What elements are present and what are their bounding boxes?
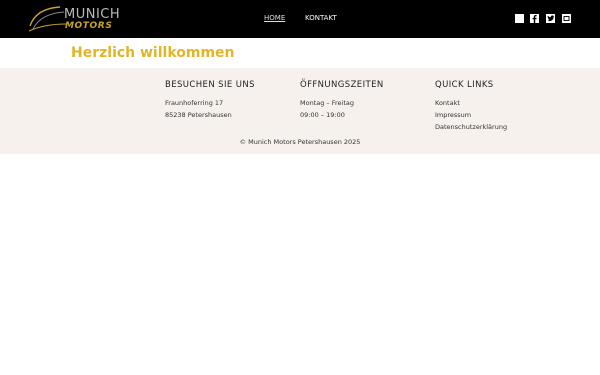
nav-link-home[interactable]: HOME [264,14,285,23]
footer-links-column: QUICK LINKS Kontakt Impressum Datenschut… [435,80,507,133]
facebook-icon[interactable] [530,14,539,23]
opening-days: Montag – Freitag [300,99,355,107]
footer-link-impressum[interactable]: Impressum [435,109,507,121]
footer-hours-column: ÖFFNUNGSZEITEN Montag – Freitag 09:00 – … [300,80,384,121]
footer-links-heading: QUICK LINKS [435,80,494,90]
footer-link-datenschutz[interactable]: Datenschutzerklärung [435,121,507,133]
munich-motors-logo[interactable]: MUNICH MOTORS [28,4,120,34]
page-title: Herzlich willkommen [71,45,235,61]
footer-visit-heading: BESUCHEN SIE UNS [165,80,255,90]
logo-text-motors: MOTORS [65,21,113,31]
site-footer: BESUCHEN SIE UNS Fraunhoferring 17 85238… [0,68,600,154]
top-navigation-bar: MUNICH MOTORS HOME KONTAKT [0,0,600,38]
footer-link-kontakt[interactable]: Kontakt [435,97,507,109]
address-city: 85238 Petershausen [165,111,232,119]
tablet-icon[interactable] [562,14,571,23]
logo-text-munich: MUNICH [64,7,121,22]
footer-hours-heading: ÖFFNUNGSZEITEN [300,80,384,90]
logo-swoosh-icon [28,6,67,32]
opening-times: 09:00 – 19:00 [300,111,345,119]
nav-link-kontakt[interactable]: KONTAKT [305,14,337,23]
footer-visit-column: BESUCHEN SIE UNS Fraunhoferring 17 85238… [165,80,255,121]
twitter-icon[interactable] [546,14,555,23]
copyright-text: © Munich Motors Petershausen 2025 [239,138,361,146]
address-street: Fraunhoferring 17 [165,99,224,107]
square-icon[interactable] [515,14,524,23]
